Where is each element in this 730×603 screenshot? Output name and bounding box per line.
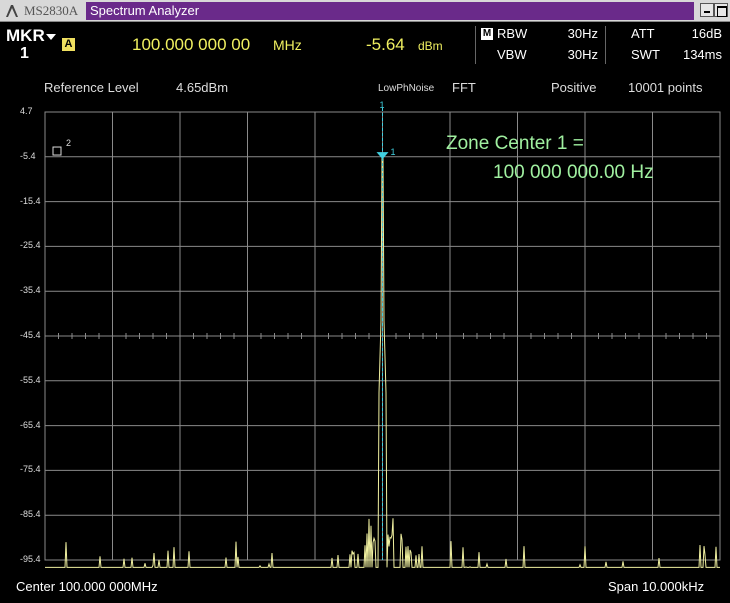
marker-layer[interactable]: 1 1 2 — [52, 100, 396, 560]
spectrum-display[interactable]: 1 1 2 Zone Center 1 = 100 000 000.00 Hz — [0, 0, 730, 573]
status-footer: Center 100.000 000MHz Span 10.000kHz — [0, 573, 730, 603]
marker-2-box — [52, 146, 62, 156]
zone-center-label: Zone Center 1 = — [446, 133, 584, 154]
span-value[interactable]: Span 10.000kHz — [608, 579, 704, 594]
marker-1-top-label: 1 — [380, 100, 385, 110]
marker-1-triangle — [376, 152, 389, 160]
marker-2-label: 2 — [66, 138, 71, 148]
center-frequency[interactable]: Center 100.000 000MHz — [16, 579, 158, 594]
marker-1-label: 1 — [391, 147, 396, 157]
zone-center-frequency: 100 000 000.00 Hz — [493, 162, 654, 183]
